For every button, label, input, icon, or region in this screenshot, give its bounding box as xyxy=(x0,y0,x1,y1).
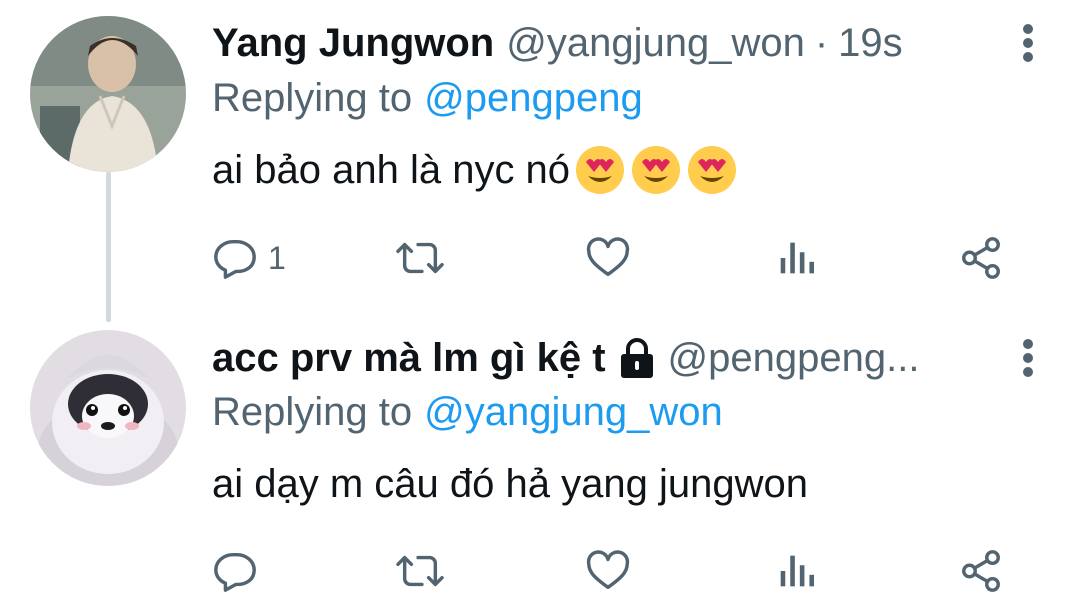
more-icon[interactable] xyxy=(1016,330,1040,386)
tweet-actions xyxy=(212,543,1020,599)
like-button[interactable] xyxy=(584,230,632,286)
retweet-icon xyxy=(396,242,444,274)
analytics-icon xyxy=(780,242,815,274)
display-name[interactable]: acc prv mà lm gì kệ t xyxy=(212,336,606,381)
lock-icon xyxy=(620,338,653,378)
replying-to: Replying to @yangjung_won xyxy=(212,390,723,435)
heart-eyes-emoji xyxy=(576,146,625,194)
display-name[interactable]: Yang Jungwon xyxy=(212,21,494,66)
tweet-body: ai bảo anh là nyc nó xyxy=(212,147,571,192)
mention-link[interactable]: @pengpeng xyxy=(424,76,643,120)
tweet-body: ai dạy m câu đó hả yang jungwon xyxy=(212,462,808,506)
mention-link[interactable]: @yangjung_won xyxy=(424,390,723,434)
tweet-text: ai dạy m câu đó hả yang jungwon xyxy=(212,462,808,507)
reply-count: 1 xyxy=(268,239,286,276)
reply-button[interactable]: 1 xyxy=(212,230,286,286)
avatar-pengpeng[interactable] xyxy=(30,330,186,486)
heart-eyes-emoji xyxy=(688,146,737,194)
share-button[interactable] xyxy=(958,543,1004,599)
retweet-button[interactable] xyxy=(394,230,446,286)
tweet-header: acc prv mà lm gì kệ t @pengpeng... xyxy=(212,330,970,386)
heart-eyes-emoji xyxy=(632,146,681,194)
replying-to-label: Replying to xyxy=(212,76,413,120)
timestamp[interactable]: 19s xyxy=(838,21,903,66)
reply-button[interactable] xyxy=(212,543,258,599)
share-icon xyxy=(962,550,1000,592)
like-icon xyxy=(586,237,630,277)
reply-icon xyxy=(214,239,256,279)
thread-connector-line xyxy=(106,172,111,322)
retweet-button[interactable] xyxy=(394,543,446,599)
more-icon[interactable] xyxy=(1016,15,1040,71)
tweet-header: Yang Jungwon @yangjung_won · 19s xyxy=(212,15,970,71)
replying-to-label: Replying to xyxy=(212,390,413,434)
retweet-icon xyxy=(396,555,444,587)
user-handle[interactable]: @pengpeng... xyxy=(668,336,920,381)
tweet-actions: 1 xyxy=(212,230,1020,286)
analytics-button[interactable] xyxy=(776,543,816,599)
replying-to: Replying to @pengpeng xyxy=(212,76,643,121)
reply-icon xyxy=(214,552,256,592)
like-button[interactable] xyxy=(584,543,632,599)
share-icon xyxy=(962,237,1000,279)
avatar-yang-jungwon[interactable] xyxy=(30,16,186,172)
share-button[interactable] xyxy=(958,230,1004,286)
user-handle[interactable]: @yangjung_won xyxy=(506,21,805,66)
analytics-button[interactable] xyxy=(776,230,816,286)
tweet-text: ai bảo anh là nyc nó xyxy=(212,144,738,196)
separator-dot: · xyxy=(814,20,829,65)
like-icon xyxy=(586,550,630,590)
analytics-icon xyxy=(780,555,815,587)
